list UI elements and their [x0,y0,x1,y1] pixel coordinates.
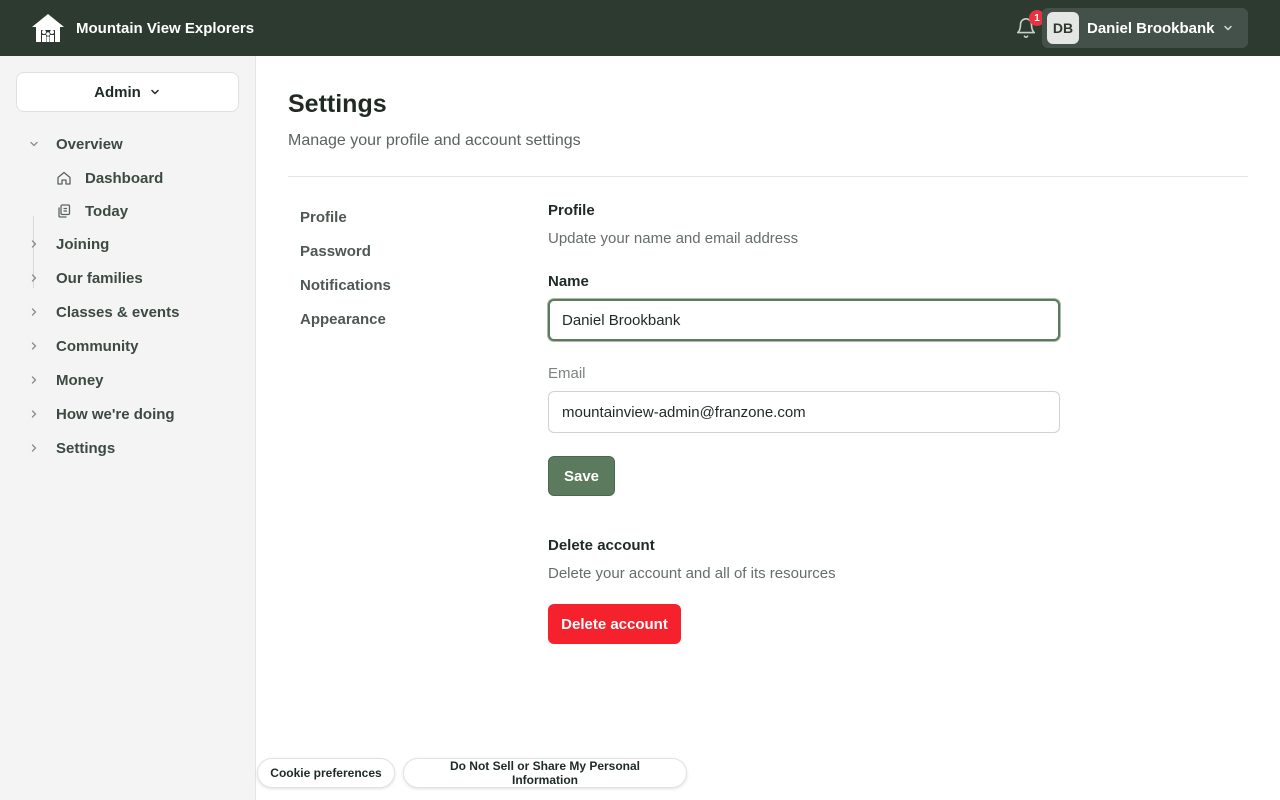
sidebar-item-today[interactable]: Today [56,199,128,223]
delete-account-title: Delete account [548,537,655,554]
profile-section-title: Profile [548,202,595,219]
chevron-right-icon [31,342,37,350]
user-menu-button[interactable]: DB Daniel Brookbank [1042,8,1248,48]
sidebar-item-joining[interactable]: Joining [28,232,109,256]
sidebar-item-label: How we're doing [56,405,175,423]
delete-account-description: Delete your account and all of its resou… [548,565,836,582]
sidebar-item-label: Money [56,371,104,389]
chevron-right-icon [31,376,37,384]
sidebar-item-community[interactable]: Community [28,334,139,358]
sidebar-item-settings[interactable]: Settings [28,436,115,460]
home-icon [57,171,71,185]
sidebar-item-classes-events[interactable]: Classes & events [28,300,179,324]
sidebar-item-label: Dashboard [85,169,164,187]
sidebar-item-label: Today [85,202,129,220]
chevron-down-icon [151,89,159,95]
main-content: Settings Manage your profile and account… [256,56,1280,800]
brand-name: Mountain View Explorers [76,19,255,37]
chevron-down-icon [1224,25,1232,31]
sidebar-item-our-families[interactable]: Our families [28,266,143,290]
top-bar: Mountain View Explorers 1 DB Daniel Broo… [0,0,1280,56]
chevron-right-icon [31,444,37,452]
sidebar-item-money[interactable]: Money [28,368,104,392]
role-select-label: Admin [94,83,141,101]
sidebar-item-label: Our families [56,269,143,287]
sidebar-item-label: Classes & events [56,303,180,321]
sidebar-item-label: Overview [56,135,123,153]
settings-tab-appearance[interactable]: Appearance [300,311,386,328]
settings-tab-profile[interactable]: Profile [300,209,347,226]
calendar-copy-icon [58,204,71,218]
settings-tab-password[interactable]: Password [300,243,371,260]
email-field-label: Email [548,365,586,382]
chevron-right-icon [31,240,37,248]
delete-account-button[interactable]: Delete account [548,604,681,644]
page-title: Settings [288,90,387,118]
sidebar-item-how-were-doing[interactable]: How we're doing [28,402,175,426]
chevron-down-icon [30,141,38,147]
user-name: Daniel Brookbank [1087,19,1215,37]
chevron-right-icon [31,274,37,282]
sidebar-item-label: Joining [56,235,110,253]
chevron-right-icon [31,308,37,316]
email-input[interactable] [548,391,1060,433]
sidebar-item-label: Community [56,337,139,355]
sidebar: Admin Overview Dashboard Today Joining O… [0,56,256,800]
name-input[interactable] [548,299,1060,341]
do-not-sell-button[interactable]: Do Not Sell or Share My Personal Informa… [403,758,687,788]
page-subtitle: Manage your profile and account settings [288,132,581,149]
sidebar-item-dashboard[interactable]: Dashboard [56,166,163,190]
settings-tab-notifications[interactable]: Notifications [300,277,391,294]
save-button[interactable]: Save [548,456,615,496]
avatar: DB [1047,12,1079,44]
sidebar-item-label: Settings [56,439,116,457]
brand[interactable]: Mountain View Explorers [30,10,254,46]
divider [288,176,1248,177]
name-field-label: Name [548,273,589,290]
house-logo-icon [30,10,66,46]
cookie-preferences-button[interactable]: Cookie preferences [257,758,395,788]
sidebar-item-overview[interactable]: Overview [28,132,123,156]
chevron-right-icon [31,410,37,418]
role-select[interactable]: Admin [16,72,239,112]
profile-section-description: Update your name and email address [548,230,799,247]
